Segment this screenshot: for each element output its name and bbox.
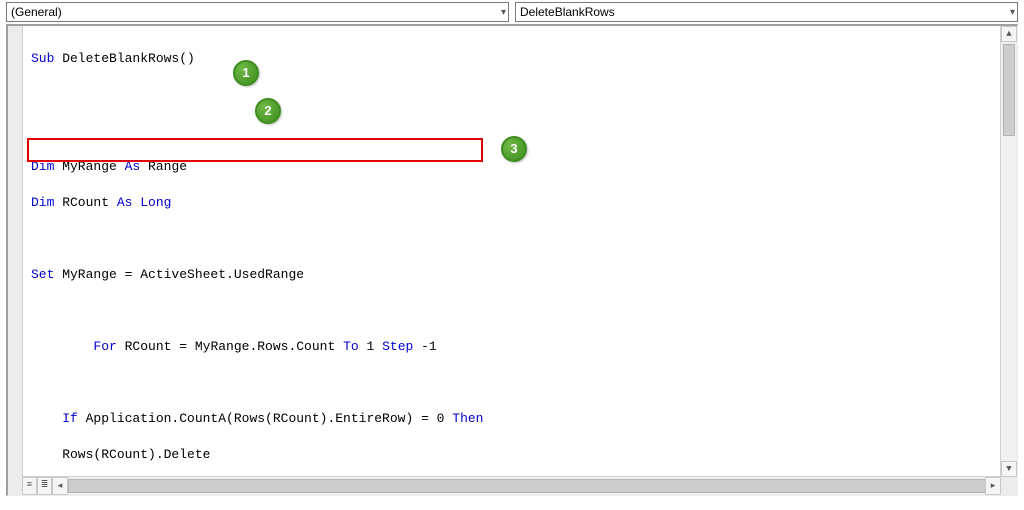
- chevron-down-icon: ▾: [1010, 7, 1015, 18]
- vertical-scrollbar-thumb[interactable]: [1003, 44, 1015, 136]
- code-text[interactable]: Sub DeleteBlankRows() Dim MyRange As Ran…: [23, 26, 1000, 510]
- horizontal-scrollbar[interactable]: ≡ ≣ ◂ ▸: [22, 476, 1001, 495]
- full-module-view-button[interactable]: ≣: [37, 477, 52, 495]
- scroll-up-arrow-icon[interactable]: ▲: [1001, 26, 1017, 42]
- scroll-down-arrow-icon[interactable]: ▼: [1001, 461, 1017, 477]
- vertical-scrollbar[interactable]: ▲ ▼: [1000, 26, 1017, 477]
- procedure-dropdown-value: DeleteBlankRows: [520, 5, 615, 19]
- view-mode-buttons: ≡ ≣: [22, 477, 52, 495]
- editor-container: Sub DeleteBlankRows() Dim MyRange As Ran…: [6, 24, 1018, 496]
- vbe-window: (General) ▾ DeleteBlankRows ▾ Sub Delete…: [0, 0, 1024, 510]
- object-dropdown[interactable]: (General) ▾: [6, 2, 509, 22]
- kw-for: For: [31, 339, 117, 354]
- kw-sub: Sub: [31, 51, 54, 66]
- annotation-badge-3: 3: [501, 136, 527, 162]
- kw-dim: Dim: [31, 159, 54, 174]
- kw-dim: Dim: [31, 195, 54, 210]
- kw-if: If: [31, 411, 78, 426]
- horizontal-scrollbar-track[interactable]: [68, 477, 985, 495]
- object-dropdown-value: (General): [11, 5, 62, 19]
- dropdown-bar: (General) ▾ DeleteBlankRows ▾: [0, 0, 1024, 23]
- procedure-dropdown[interactable]: DeleteBlankRows ▾: [515, 2, 1018, 22]
- scrollbar-corner: [1001, 477, 1017, 495]
- code-pane[interactable]: Sub DeleteBlankRows() Dim MyRange As Ran…: [22, 26, 1001, 477]
- kw-set: Set: [31, 267, 54, 282]
- procedure-view-button[interactable]: ≡: [22, 477, 37, 495]
- scroll-left-arrow-icon[interactable]: ◂: [52, 477, 68, 495]
- annotation-badge-2: 2: [255, 98, 281, 124]
- annotation-badge-1: 1: [233, 60, 259, 86]
- scroll-right-arrow-icon[interactable]: ▸: [985, 477, 1001, 495]
- horizontal-scrollbar-thumb[interactable]: [68, 479, 1000, 493]
- chevron-down-icon: ▾: [501, 7, 506, 18]
- margin-indicator-bar: [8, 26, 23, 477]
